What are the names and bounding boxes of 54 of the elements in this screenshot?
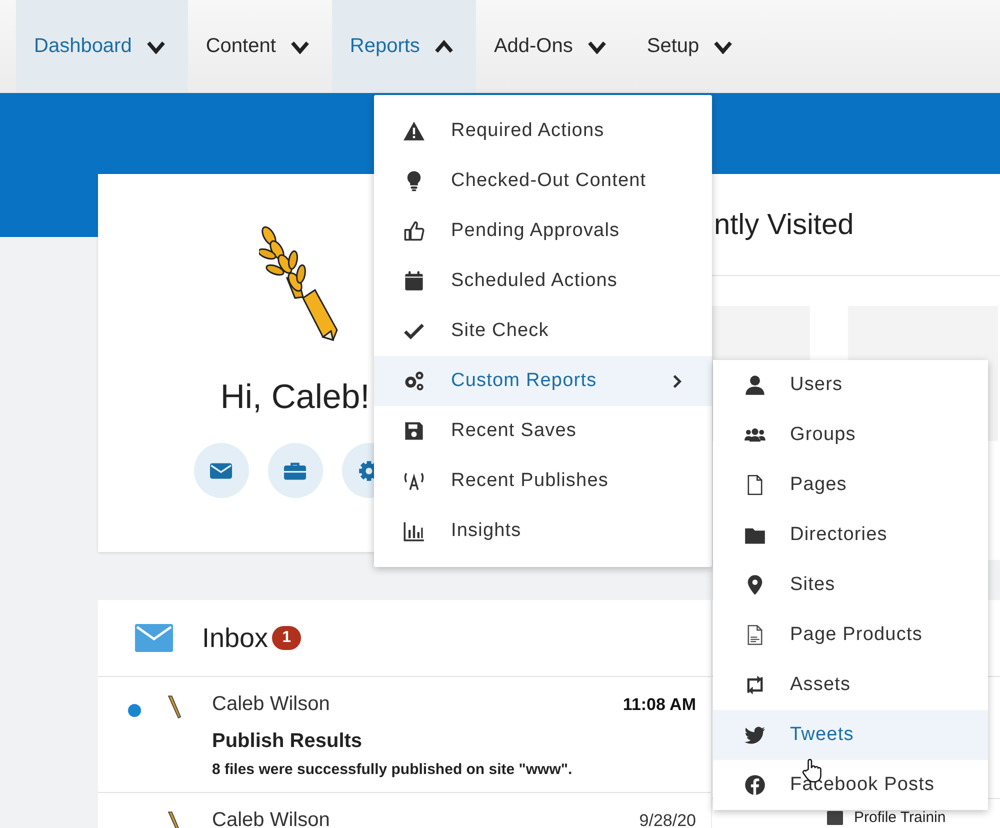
- nav-menu-item[interactable]: Content: [188, 0, 332, 93]
- menu-item[interactable]: Users: [713, 360, 988, 410]
- menu-item[interactable]: Facebook Posts: [713, 760, 988, 810]
- chevron-down-icon: [713, 39, 734, 54]
- menu-item[interactable]: Page Products: [713, 610, 988, 660]
- menu-item[interactable]: Sites: [713, 560, 988, 610]
- sender-name: Caleb Wilson: [212, 693, 330, 716]
- mail-icon: [135, 624, 173, 652]
- sender-name: Caleb Wilson: [212, 809, 330, 828]
- unread-count-badge: 1: [272, 626, 302, 650]
- menu-item[interactable]: Required Actions: [374, 106, 712, 156]
- chevron-down-icon: [146, 39, 166, 54]
- menu-item[interactable]: Custom Reports: [374, 356, 712, 406]
- chevron-down-icon: [290, 39, 310, 54]
- menu-item[interactable]: Insights: [374, 506, 712, 556]
- pencil-icon: [167, 695, 181, 719]
- bar-chart-icon: [403, 520, 425, 542]
- menu-item[interactable]: Pages: [713, 460, 988, 510]
- menu-item[interactable]: Scheduled Actions: [374, 256, 712, 306]
- message-time: 9/28/20: [639, 811, 696, 828]
- menu-item[interactable]: Pending Approvals: [374, 206, 712, 256]
- calendar-icon: [403, 270, 425, 292]
- warning-icon: [403, 120, 425, 142]
- message-preview: 8 files were successfully published on site "www".: [212, 761, 574, 778]
- inbox-title: Inbox: [202, 622, 268, 654]
- chevron-up-icon: [434, 39, 454, 54]
- message-row[interactable]: Caleb Wilson 9/28/20: [98, 793, 711, 828]
- message-row[interactable]: Caleb Wilson 11:08 AM Publish Results 8 files were successfully published on site "www".: [98, 677, 711, 793]
- bird-icon: [744, 724, 766, 746]
- nav-menu-item[interactable]: Add-Ons: [476, 0, 629, 93]
- nav-menu-item[interactable]: Dashboard: [16, 0, 188, 93]
- menu-item[interactable]: Tweets: [713, 710, 988, 760]
- nav-menu-item[interactable]: Reports: [332, 0, 476, 93]
- message-subject: Publish Results: [212, 730, 364, 753]
- thumbs-up-icon: [403, 220, 425, 242]
- greeting-text: Hi, Caleb!: [220, 378, 370, 417]
- menu-item[interactable]: Assets: [713, 660, 988, 710]
- facebook-logo-icon: [744, 774, 766, 796]
- menu-item[interactable]: Recent Publishes: [374, 456, 712, 506]
- message-time: 11:08 AM: [622, 695, 696, 715]
- gears-icon: [403, 370, 425, 392]
- chevron-down-icon: [586, 39, 607, 54]
- broadcast-icon: [403, 470, 425, 492]
- pencil-icon: [167, 811, 181, 828]
- menu-item[interactable]: Directories: [713, 510, 988, 560]
- menu-item[interactable]: Site Check: [374, 306, 712, 356]
- menu-item[interactable]: Checked-Out Content: [374, 156, 712, 206]
- user-icon: [744, 374, 766, 396]
- envelope-icon: [210, 462, 232, 478]
- content-title: Profile Trainin: [854, 810, 946, 826]
- briefcase-icon: [284, 462, 306, 480]
- menu-item[interactable]: Groups: [713, 410, 988, 460]
- nav-menu-item[interactable]: Setup: [628, 0, 756, 93]
- menu-item[interactable]: Recent Saves: [374, 406, 712, 456]
